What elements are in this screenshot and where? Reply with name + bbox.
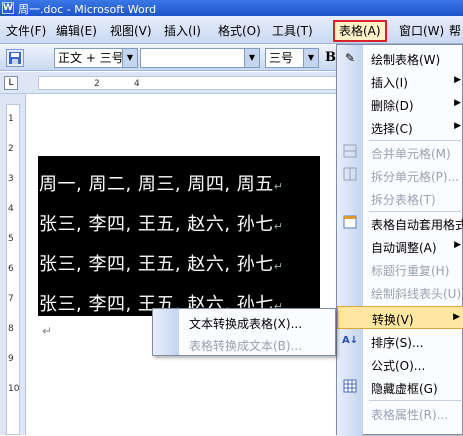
- chevron-down-icon[interactable]: ▼: [122, 49, 137, 67]
- line-text: 周一, 周二, 周三, 周四, 周五: [39, 174, 274, 195]
- menu-insert[interactable]: 插入(I): [160, 22, 205, 40]
- menu-item-label: 公式(O)...: [371, 359, 426, 373]
- menu-item-table-properties[interactable]: 表格属性(R)...: [337, 402, 463, 425]
- menu-tools[interactable]: 工具(T): [268, 22, 317, 40]
- menu-bar: 文件(F) 编辑(E) 视图(V) 插入(I) 格式(O) 工具(T) 表格(A…: [0, 16, 463, 44]
- menu-format[interactable]: 格式(O): [214, 22, 265, 40]
- sort-icon: A↓: [342, 335, 359, 346]
- tab-stop-selector[interactable]: L: [4, 76, 18, 90]
- menu-item-label: 拆分表格(T): [371, 193, 436, 207]
- menu-item-label: 拆分单元格(P)...: [371, 170, 460, 184]
- ruler-number: 1: [8, 114, 14, 124]
- table-menu-dropdown: ✎ 绘制表格(W) 插入(I) ▶ 删除(D) ▶ 选择(C) ▶ 合并单元格(…: [336, 44, 463, 436]
- menu-item-select[interactable]: 选择(C) ▶: [337, 116, 463, 139]
- grid-icon: [342, 379, 358, 395]
- menu-item-table-to-text[interactable]: 表格转换成文本(B)...: [153, 333, 335, 355]
- menu-item-label: 隐藏虚框(G): [371, 382, 438, 396]
- menu-item-label: 表格属性(R)...: [371, 408, 449, 422]
- menu-item-diagonal-header[interactable]: 绘制斜线表头(U): [337, 281, 463, 304]
- menu-item-delete[interactable]: 删除(D) ▶: [337, 93, 463, 116]
- menu-item-label: 表格自动套用格式: [371, 218, 463, 232]
- menu-file[interactable]: 文件(F): [2, 22, 50, 40]
- ruler-number: 2: [94, 79, 100, 89]
- paragraph-mark: ↵: [273, 220, 284, 233]
- menu-item-label: 删除(D): [371, 99, 414, 113]
- submenu-arrow-icon: ▶: [453, 312, 460, 322]
- ruler-number: 8: [8, 324, 14, 334]
- size-combo[interactable]: 三号 ▼: [265, 48, 319, 68]
- chevron-down-icon[interactable]: ▼: [244, 49, 259, 67]
- ruler-number: 9: [8, 354, 14, 364]
- document-line[interactable]: 张三, 李四, 王五, 赵六, 孙七↵: [39, 210, 284, 236]
- document-line[interactable]: 张三, 李四, 王五, 赵六, 孙七↵: [39, 250, 284, 276]
- pencil-icon: ✎: [344, 51, 356, 65]
- save-icon[interactable]: [6, 49, 24, 67]
- menu-item-insert[interactable]: 插入(I) ▶: [337, 70, 463, 93]
- menu-window[interactable]: 窗口(W): [395, 22, 448, 40]
- line-text: 张三, 李四, 王五, 赵六, 孙七: [39, 254, 274, 275]
- window-title: 周一.doc - Microsoft Word: [18, 3, 157, 16]
- menu-item-label: 绘制表格(W): [371, 53, 441, 67]
- menu-edit[interactable]: 编辑(E): [52, 22, 101, 40]
- ruler-number: 3: [8, 174, 14, 184]
- menu-item-label: 排序(S)...: [371, 336, 424, 350]
- ruler-number: 4: [134, 79, 140, 89]
- autoformat-icon: [342, 215, 358, 231]
- menu-item-heading-rows[interactable]: 标题行重复(H): [337, 258, 463, 281]
- style-combo[interactable]: 正文 + 三号 ▼: [54, 48, 138, 68]
- menu-item-label: 合并单元格(M): [371, 147, 451, 161]
- ruler-number: 2: [8, 144, 14, 154]
- ruler-number: 6: [8, 264, 14, 274]
- style-value: 正文 + 三号: [58, 51, 124, 65]
- menu-item-split-table[interactable]: 拆分表格(T): [337, 187, 463, 210]
- word-doc-icon: W: [2, 2, 14, 14]
- title-bar: W 周一.doc - Microsoft Word: [0, 0, 463, 16]
- menu-item-hide-gridlines[interactable]: 隐藏虚框(G): [337, 376, 463, 399]
- menu-item-label: 自动调整(A): [371, 241, 437, 255]
- document-line[interactable]: 周一, 周二, 周三, 周四, 周五↵: [39, 170, 284, 196]
- font-combo[interactable]: ▼: [140, 48, 260, 68]
- bold-button[interactable]: B: [325, 50, 336, 65]
- ruler-number: 10: [8, 384, 20, 394]
- menu-item-label: 插入(I): [371, 76, 408, 90]
- ruler-number: 7: [8, 294, 14, 304]
- menu-help[interactable]: 帮: [445, 22, 463, 40]
- menu-item-label: 标题行重复(H): [371, 264, 450, 278]
- merge-cells-icon: [342, 144, 358, 160]
- menu-item-label: 转换(V): [372, 313, 414, 327]
- menu-item-label: 文本转换成表格(X)...: [189, 317, 303, 331]
- menu-separator: [369, 400, 463, 401]
- menu-item-convert[interactable]: 转换(V) ▶: [337, 306, 463, 329]
- size-value: 三号: [269, 51, 294, 65]
- menu-item-label: 选择(C): [371, 122, 413, 136]
- menu-view[interactable]: 视图(V): [106, 22, 156, 40]
- menu-item-split-cells[interactable]: 拆分单元格(P)...: [337, 164, 463, 187]
- submenu-arrow-icon: ▶: [454, 75, 461, 85]
- menu-item-autoformat[interactable]: 表格自动套用格式: [337, 212, 463, 235]
- convert-submenu: 文本转换成表格(X)... 表格转换成文本(B)...: [152, 308, 336, 356]
- menu-item-label: 表格转换成文本(B)...: [189, 339, 303, 353]
- menu-table[interactable]: 表格(A): [333, 20, 387, 42]
- submenu-arrow-icon: ▶: [454, 240, 461, 250]
- menu-item-formula[interactable]: 公式(O)...: [337, 353, 463, 376]
- menu-item-merge-cells[interactable]: 合并单元格(M): [337, 141, 463, 164]
- paragraph-mark: ↵: [42, 324, 53, 338]
- paragraph-mark: ↵: [273, 260, 284, 273]
- menu-item-draw-table[interactable]: ✎ 绘制表格(W): [337, 47, 463, 70]
- line-text: 张三, 李四, 王五, 赵六, 孙七: [39, 214, 274, 235]
- chevron-down-icon[interactable]: ▼: [303, 49, 318, 67]
- menu-item-sort[interactable]: A↓ 排序(S)...: [337, 330, 463, 353]
- paragraph-mark: ↵: [273, 180, 284, 193]
- submenu-arrow-icon: ▶: [454, 98, 461, 108]
- split-cells-icon: [342, 167, 358, 183]
- menu-item-label: 绘制斜线表头(U): [371, 287, 462, 301]
- ruler-number: 4: [8, 204, 14, 214]
- menu-item-autofit[interactable]: 自动调整(A) ▶: [337, 235, 463, 258]
- ruler-number: 5: [8, 234, 14, 244]
- vertical-ruler: 1 2 3 4 5 6 7 8 9 10: [0, 94, 26, 435]
- submenu-arrow-icon: ▶: [454, 121, 461, 131]
- menu-item-text-to-table[interactable]: 文本转换成表格(X)...: [153, 311, 335, 333]
